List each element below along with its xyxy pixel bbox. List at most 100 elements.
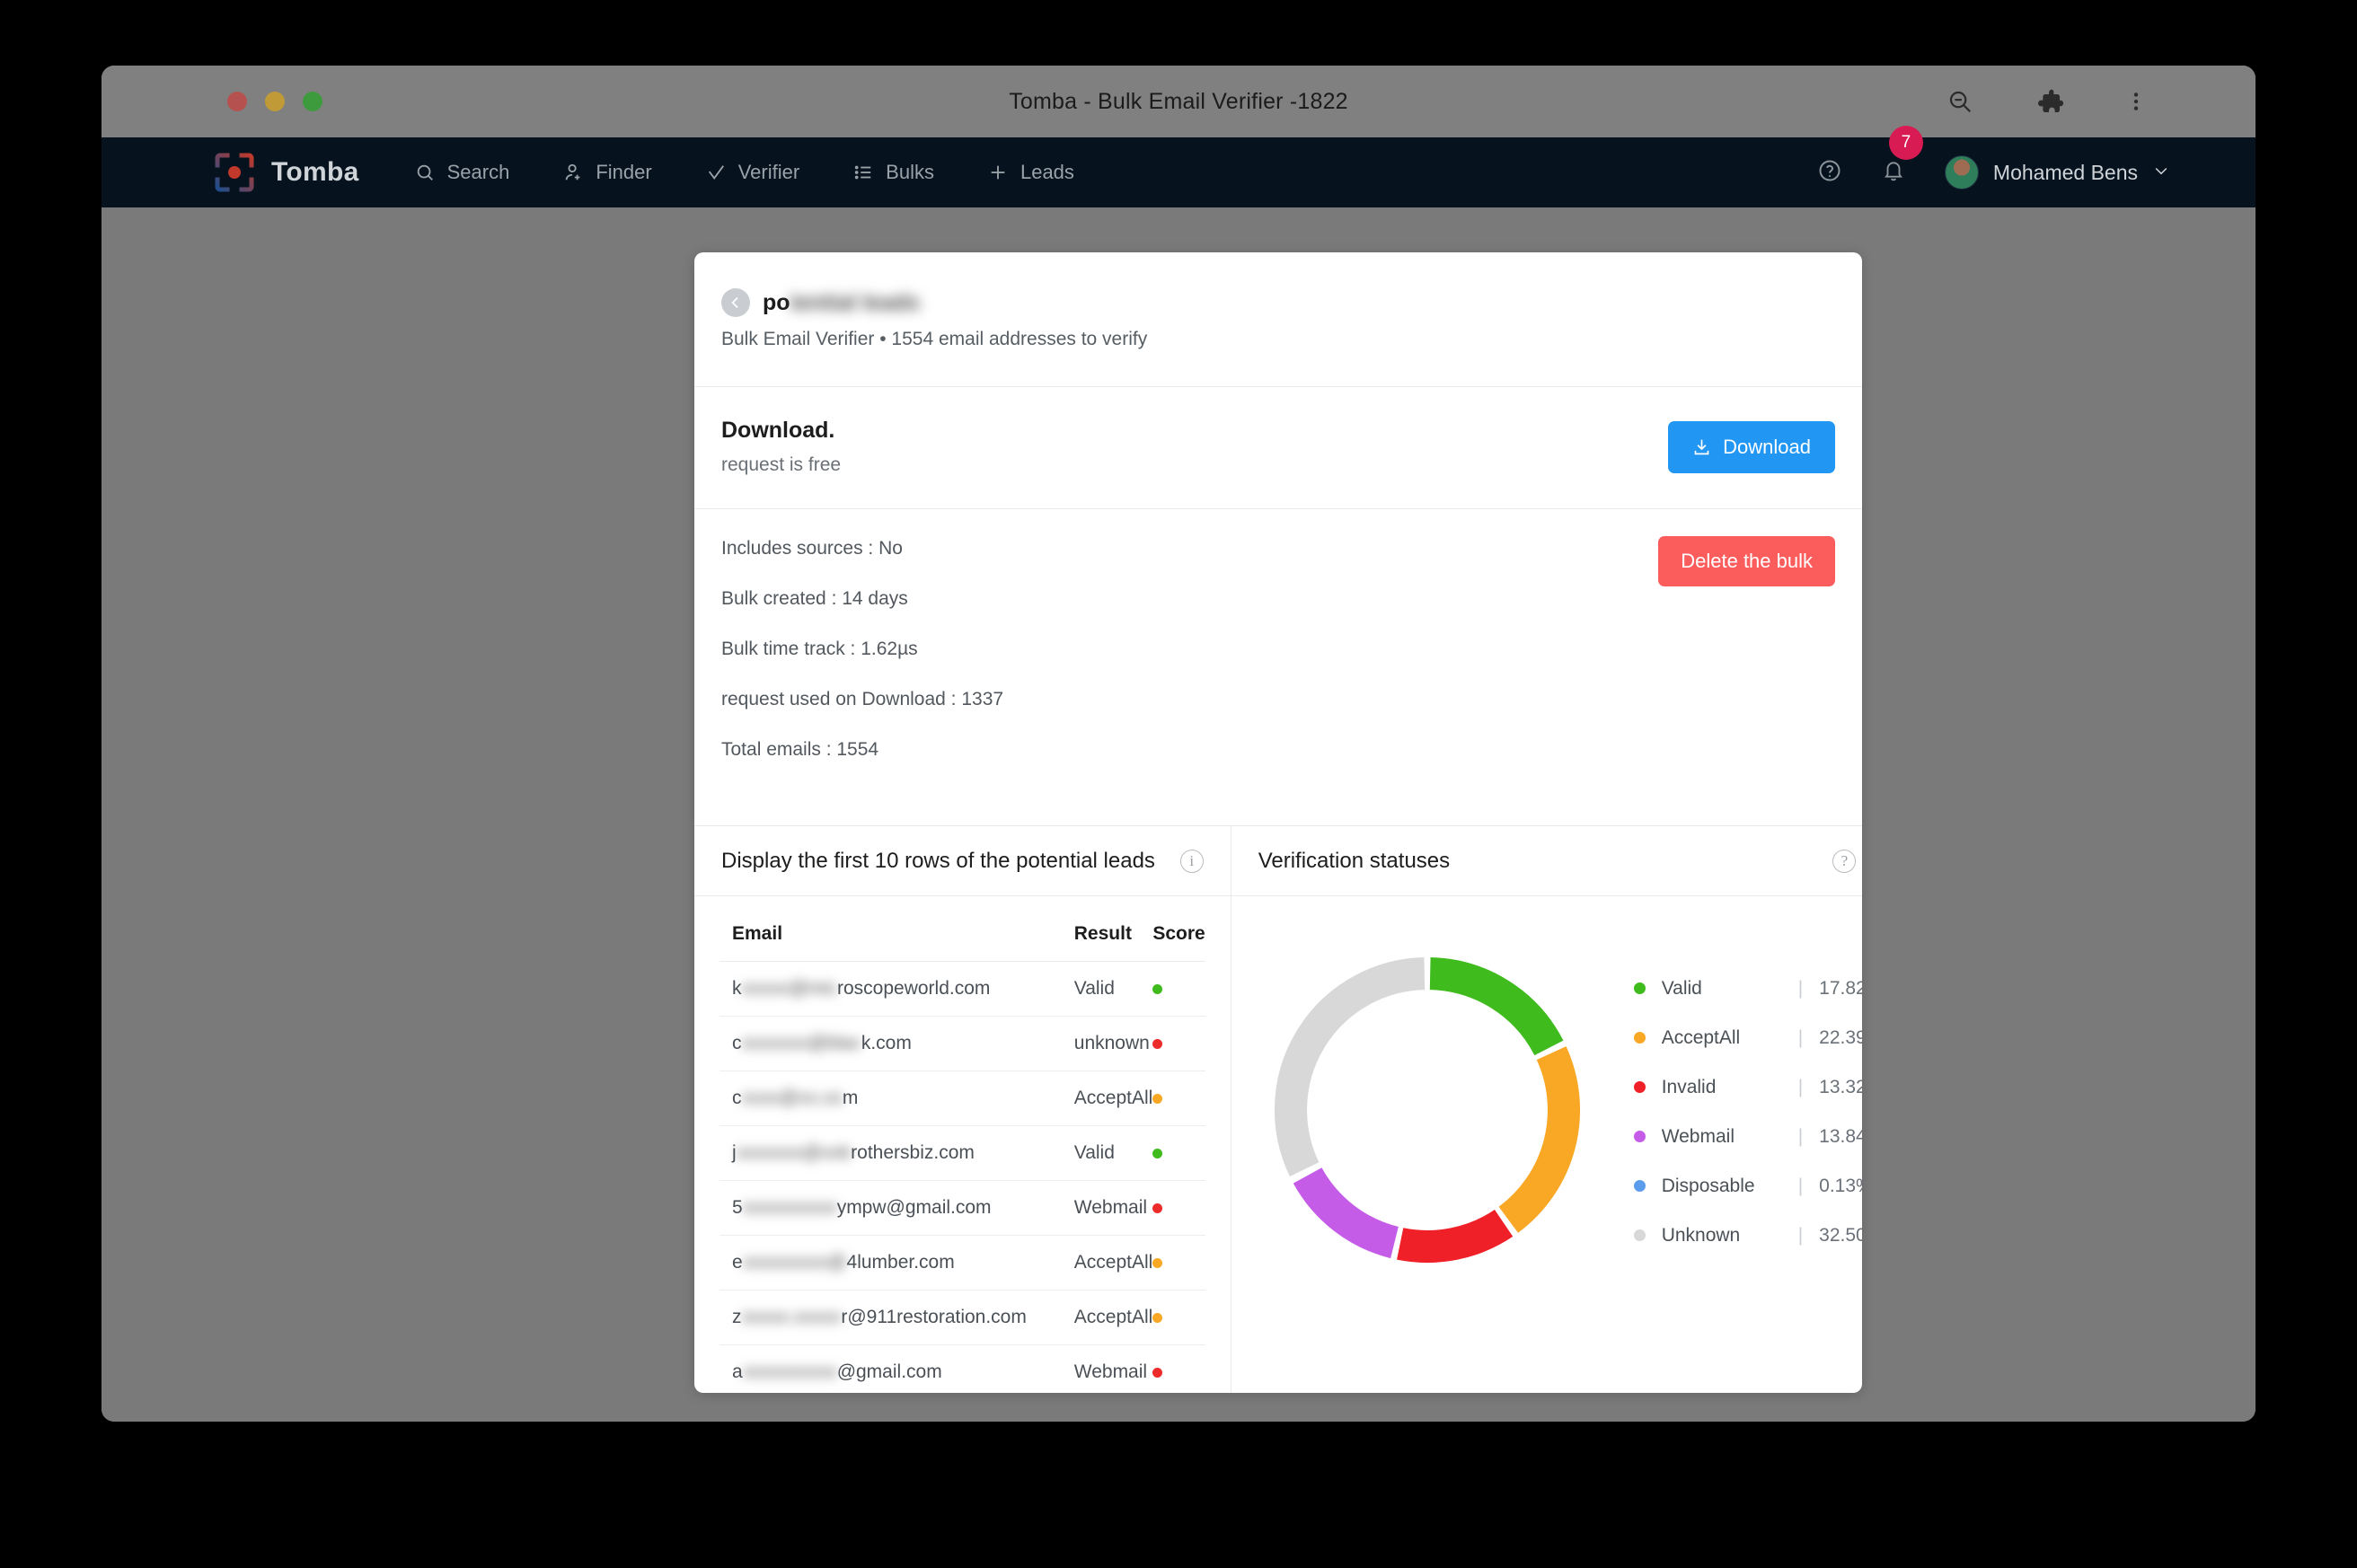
info-circle-icon[interactable]: i xyxy=(1179,849,1204,873)
legend-label: Webmail xyxy=(1661,1125,1735,1147)
score-dot xyxy=(1152,984,1163,994)
browser-titlebar: Tomba - Bulk Email Verifier -1822 xyxy=(102,66,2255,137)
extensions-puzzle-icon[interactable] xyxy=(2035,87,2063,116)
leads-panel-title: Display the first 10 rows of the potenti… xyxy=(721,848,1155,873)
browser-window: Tomba - Bulk Email Verifier -1822 Tomba … xyxy=(102,66,2255,1422)
score-dot xyxy=(1152,1094,1163,1104)
nav-label-finder: Finder xyxy=(596,161,652,183)
table-row[interactable]: exxxxxxxxx@4lumber.com AcceptAll xyxy=(719,1235,1205,1291)
back-button[interactable] xyxy=(721,288,750,317)
page-title-visible: po xyxy=(763,289,790,315)
legend-item-valid[interactable]: Valid | 17.82% xyxy=(1633,978,1862,1000)
delete-bulk-button[interactable]: Delete the bulk xyxy=(1658,536,1835,586)
page-subtitle: Bulk Email Verifier • 1554 email address… xyxy=(721,329,1148,349)
legend-separator: | xyxy=(1797,1076,1804,1097)
legend-label: Unknown xyxy=(1661,1224,1741,1246)
card-bottom: Display the first 10 rows of the potenti… xyxy=(694,826,1862,1393)
donut-chart xyxy=(1257,939,1598,1285)
card-header: potential leads Bulk Email Verifier • 15… xyxy=(694,252,1862,387)
donut-slice-invalid[interactable] xyxy=(1396,1209,1513,1263)
cell-email: cxxxxxxx@black.com xyxy=(719,1016,1074,1071)
page-title-redacted: tential leads xyxy=(790,289,921,315)
nav-label-verifier: Verifier xyxy=(737,161,800,183)
legend-item-webmail[interactable]: Webmail | 13.84% xyxy=(1633,1125,1862,1148)
browser-toolbar-icons xyxy=(1947,87,2148,116)
table-row[interactable]: cxxxx@xx.com AcceptAll xyxy=(719,1070,1205,1126)
bell-icon xyxy=(1882,158,1905,188)
download-button-label: Download xyxy=(1723,435,1811,458)
cell-email: kxxxxx@microscopeworld.com xyxy=(719,961,1074,1017)
score-dot xyxy=(1152,1203,1163,1213)
avatar xyxy=(1944,155,1979,189)
bulk-details-section: Includes sources : No Bulk created : 14 … xyxy=(694,509,1862,826)
cell-email: cxxxx@xx.com xyxy=(719,1070,1074,1126)
column-header-result: Result xyxy=(1073,914,1153,962)
nav-item-search[interactable]: Search xyxy=(410,154,516,191)
notification-badge: 7 xyxy=(1888,125,1923,160)
table-row[interactable]: jxxxxxxx@xxbrothersbiz.com Valid xyxy=(719,1125,1205,1181)
statuses-panel-header: Verification statuses ? xyxy=(1231,826,1862,896)
legend-item-acceptall[interactable]: AcceptAll | 22.39% xyxy=(1633,1026,1862,1049)
score-dot xyxy=(1152,1039,1163,1049)
cell-email: exxxxxxxxx@4lumber.com xyxy=(719,1235,1074,1291)
verification-statuses-chart: Valid | 17.82% AcceptAll | 22.39% Invalid | 13.3… xyxy=(1231,896,1862,1327)
column-header-score: Score xyxy=(1152,914,1205,962)
nav-label-bulks: Bulks xyxy=(886,161,934,183)
table-row[interactable]: cxxxxxxx@black.com unknown xyxy=(719,1016,1205,1071)
help-circle-icon[interactable] xyxy=(1817,158,1842,188)
donut-slice-unknown[interactable] xyxy=(1274,956,1426,1176)
page-title: potential leads xyxy=(763,290,920,316)
legend-value: 13.84% xyxy=(1819,1125,1862,1147)
brand-name: Tomba xyxy=(271,157,359,187)
legend-dot-icon xyxy=(1633,1081,1646,1093)
cell-result: AcceptAll xyxy=(1073,1290,1153,1345)
download-button[interactable]: Download xyxy=(1668,420,1835,473)
download-title: Download. xyxy=(721,418,835,443)
legend-item-unknown[interactable]: Unknown | 32.50% xyxy=(1633,1224,1862,1246)
download-text: Download. request is free xyxy=(721,418,841,476)
donut-slice-valid[interactable] xyxy=(1429,956,1564,1055)
cell-score xyxy=(1152,1290,1205,1345)
legend-label: AcceptAll xyxy=(1661,1026,1741,1048)
nav-item-verifier[interactable]: Verifier xyxy=(701,154,805,191)
donut-slice-webmail[interactable] xyxy=(1293,1167,1399,1258)
user-menu[interactable]: Mohamed Bens xyxy=(1944,155,2170,189)
table-row[interactable]: kxxxxx@microscopeworld.com Valid xyxy=(719,961,1205,1017)
leads-table-body: kxxxxx@microscopeworld.com Valid cxxxxxxx@… xyxy=(719,961,1205,1393)
legend-label: Invalid xyxy=(1661,1076,1717,1097)
notifications-button[interactable]: 7 xyxy=(1882,125,1923,188)
cell-result: unknown xyxy=(1073,1016,1153,1071)
download-subtitle: request is free xyxy=(721,454,842,475)
legend-value: 0.13% xyxy=(1819,1175,1862,1196)
zoom-out-icon[interactable] xyxy=(1947,88,1973,115)
legend-item-invalid[interactable]: Invalid | 13.32% xyxy=(1633,1076,1862,1098)
legend-separator: | xyxy=(1797,1224,1804,1246)
cell-result: AcceptAll xyxy=(1073,1235,1153,1291)
nav-label-search: Search xyxy=(446,161,510,183)
browser-menu-icon[interactable] xyxy=(2124,88,2148,115)
nav-item-leads[interactable]: Leads xyxy=(983,154,1080,191)
nav-item-bulks[interactable]: Bulks xyxy=(848,154,940,191)
tomba-logo[interactable]: Tomba xyxy=(214,152,359,193)
detail-request-used: request used on Download : 1337 xyxy=(721,689,1004,709)
cell-score xyxy=(1152,1344,1205,1393)
plus-icon xyxy=(988,163,1008,182)
legend-value: 13.32% xyxy=(1819,1076,1862,1097)
legend-item-disposable[interactable]: Disposable | 0.13% xyxy=(1633,1175,1862,1197)
question-circle-icon[interactable]: ? xyxy=(1832,849,1857,873)
table-row[interactable]: axxxxxxxxxx@gmail.com Webmail xyxy=(719,1344,1205,1393)
app-navbar: Tomba Search Finder Verifier Bulks Leads… xyxy=(102,125,2255,207)
table-row[interactable]: zxxxxx.xxxxxr@911restoration.com AcceptAl… xyxy=(719,1290,1205,1345)
nav-item-finder[interactable]: Finder xyxy=(558,154,657,191)
user-name: Mohamed Bens xyxy=(1992,160,2138,184)
table-row[interactable]: 5xxxxxxxxxxympw@gmail.com Webmail xyxy=(719,1180,1205,1236)
score-dot xyxy=(1152,1149,1163,1158)
donut-slice-acceptall[interactable] xyxy=(1497,1045,1580,1233)
check-icon xyxy=(706,163,726,182)
detail-bulk-time-track: Bulk time track : 1.62µs xyxy=(721,639,918,659)
cell-score xyxy=(1152,1125,1205,1181)
cell-email: zxxxxx.xxxxxr@911restoration.com xyxy=(719,1290,1074,1345)
bulk-detail-card: potential leads Bulk Email Verifier • 15… xyxy=(694,252,1862,1393)
legend-dot-icon xyxy=(1633,1032,1646,1044)
legend-dot-icon xyxy=(1633,1180,1646,1192)
